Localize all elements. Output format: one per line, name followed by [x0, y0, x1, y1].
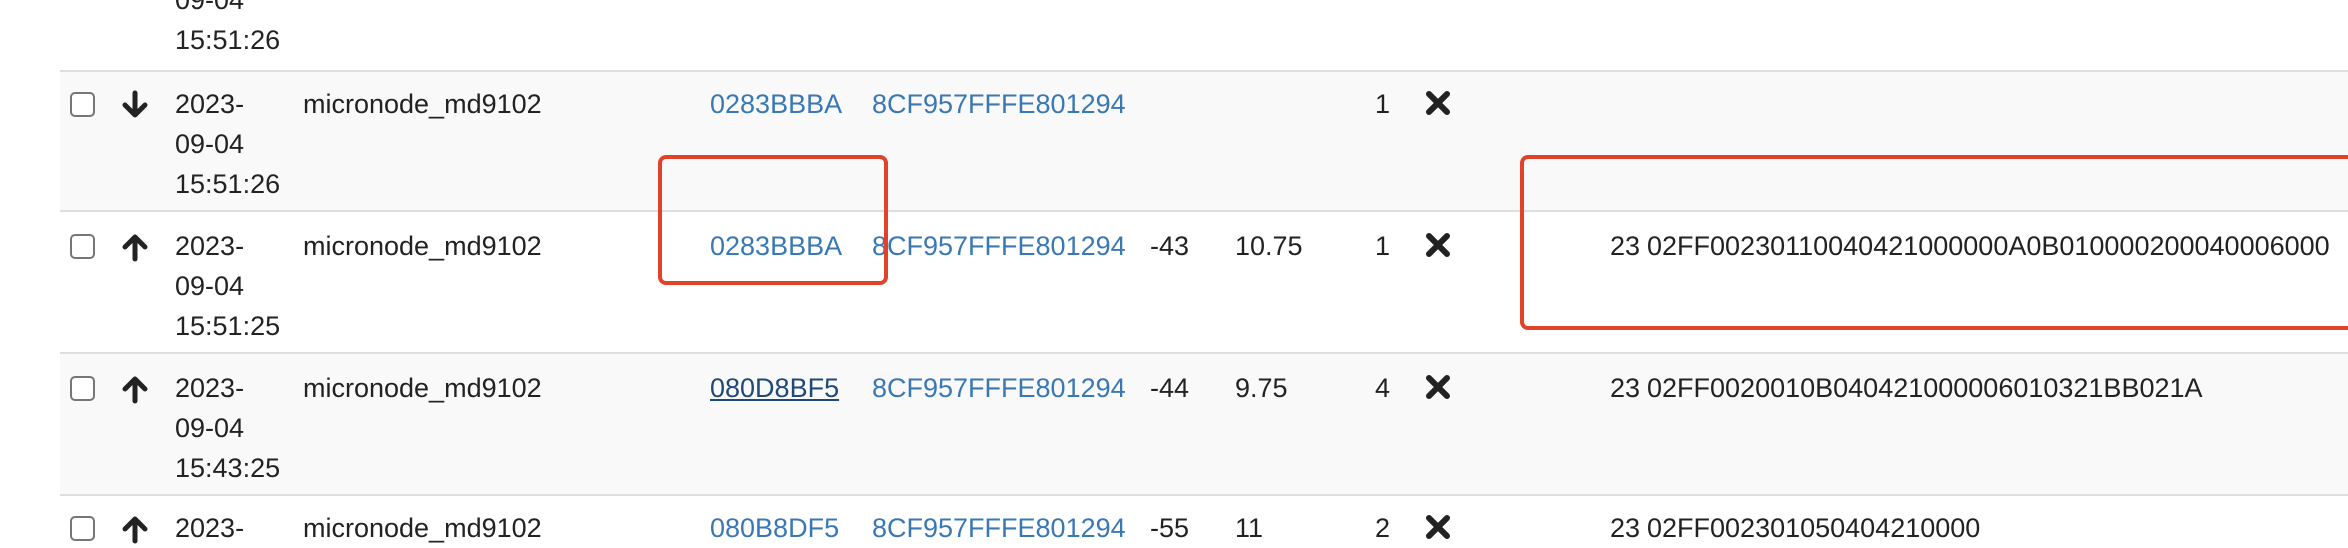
- frame-count: 1: [1374, 231, 1390, 261]
- rssi-value: -44: [1150, 373, 1190, 403]
- arrow-up-icon: [122, 234, 148, 262]
- row-checkbox[interactable]: [70, 516, 95, 541]
- timestamp: 09-04 15:51:26: [175, 0, 281, 55]
- frame-count: 4: [1374, 373, 1390, 403]
- snr-value: 10.75: [1235, 231, 1303, 261]
- x-icon: [1426, 515, 1450, 539]
- gateway-link[interactable]: 8CF957FFFE801294: [872, 508, 1126, 548]
- gateway-link[interactable]: 8CF957FFFE801294: [872, 226, 1126, 266]
- row-checkbox[interactable]: [70, 376, 95, 401]
- rssi-value: -55: [1150, 513, 1190, 543]
- row-checkbox[interactable]: [70, 92, 95, 117]
- highlight-box-payload: [1520, 155, 2348, 330]
- payload-hex: 02FF002301050404210000: [1647, 513, 1981, 543]
- rssi-value: -43: [1150, 231, 1190, 261]
- dev-addr-link[interactable]: 080B8DF5: [710, 508, 839, 548]
- x-icon: [1426, 375, 1450, 399]
- row-checkbox[interactable]: [70, 234, 95, 259]
- device-name: micronode_md9102: [303, 89, 542, 119]
- snr-value: 11: [1235, 513, 1264, 543]
- timestamp: 2023-: [175, 513, 245, 543]
- dev-addr-link[interactable]: 0283BBBA: [710, 84, 842, 124]
- frame-count: 1: [1374, 89, 1390, 119]
- x-icon: [1426, 91, 1450, 115]
- port-value: 23: [1609, 513, 1640, 543]
- device-name: micronode_md9102: [303, 231, 542, 261]
- timestamp: 2023- 09-04 15:51:25: [175, 231, 281, 341]
- table-row[interactable]: 2023- 09-04 15:43:25 micronode_md9102 080D…: [60, 352, 2348, 496]
- table-row[interactable]: 2023- micronode_md9102 080B8DF5 8CF957FF…: [60, 494, 2348, 548]
- frame-count: 2: [1374, 513, 1390, 543]
- gateway-link[interactable]: 8CF957FFFE801294: [872, 368, 1126, 408]
- highlight-box-dev-addr: [658, 155, 888, 285]
- device-name: micronode_md9102: [303, 373, 542, 403]
- table-row-partial: 09-04 15:51:26: [60, 0, 2348, 70]
- payload-hex: 02FF0020010B040421000006010321BB021A: [1647, 373, 2203, 403]
- dev-addr-link[interactable]: 080D8BF5: [710, 368, 839, 408]
- timestamp: 2023- 09-04 15:43:25: [175, 373, 281, 483]
- gateway-link[interactable]: 8CF957FFFE801294: [872, 84, 1126, 124]
- device-name: micronode_md9102: [303, 513, 542, 543]
- arrow-down-icon: [122, 90, 148, 118]
- arrow-up-icon: [122, 516, 148, 544]
- x-icon: [1426, 233, 1450, 257]
- timestamp: 2023- 09-04 15:51:26: [175, 89, 281, 199]
- port-value: 23: [1609, 373, 1640, 403]
- arrow-up-icon: [122, 376, 148, 404]
- snr-value: 9.75: [1235, 373, 1288, 403]
